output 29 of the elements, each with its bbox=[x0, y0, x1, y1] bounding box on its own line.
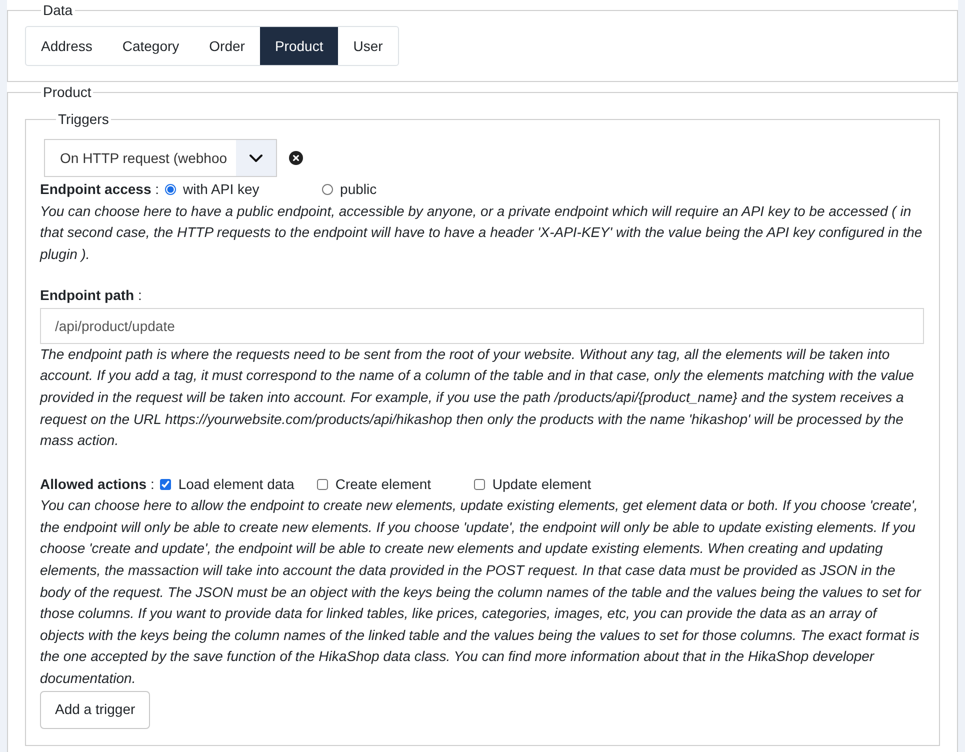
help-text: You can choose here to have a public endpoint, accessible by anyone, or a private endpoint which will require an API key to be accessed ( in that second case, the HTTP requests to the endpoint will have to have a header 'X-API-KEY' with the value being the API key configured in the plugin ). bbox=[40, 202, 924, 264]
add-trigger-button[interactable]: Add a trigger bbox=[40, 690, 150, 729]
checkbox[interactable] bbox=[160, 479, 172, 490]
help-text: You can choose here to allow the endpoint to create new elements, update existing elements, get element data or both. If you choose 'create', the endpoint will only be able to create new elements. If you choose 'update', the endpoint will only be able to update existing elements. If you choose 'create and update', the endpoint will be able to create new elements and update existing elements. When creating and updating elements, the massaction will take into account the data provided in the POST request. In that case data must be provided as JSON in the body of the request. The JSON must be an object with the keys being the column names of the table and the values being the values to set for those columns. If you want to provide data for linked tables, like prices, categories, images, etc, you can provide the data as an array of objects with the keys being the column names of the linked table and the values being the values to set for those columns. The exact format is the one accepted by the save function of the HikaShop data class. You can find more information about that in the HikaShop developer documentation. bbox=[40, 496, 922, 688]
radio-button[interactable] bbox=[165, 184, 176, 196]
radio-button[interactable] bbox=[322, 184, 334, 196]
checkbox-label[interactable]: Load element data bbox=[178, 474, 294, 496]
close-icon[interactable] bbox=[289, 151, 303, 165]
radio-label[interactable]: public bbox=[340, 179, 377, 200]
field-label: Endpoint access : bbox=[40, 180, 160, 199]
section-legend: Data bbox=[41, 3, 75, 17]
tab[interactable]: Category bbox=[107, 27, 194, 65]
chevron-down-icon[interactable] bbox=[236, 140, 276, 176]
text-input[interactable]: /api/product/update bbox=[40, 308, 924, 344]
tab[interactable]: Product bbox=[260, 27, 338, 65]
field-label: Endpoint path : bbox=[40, 286, 142, 306]
checkbox[interactable] bbox=[317, 479, 328, 490]
checkbox-label[interactable]: Create element bbox=[335, 474, 432, 496]
checkbox-label[interactable]: Update element bbox=[492, 474, 592, 496]
field-label: Allowed actions : bbox=[40, 474, 154, 494]
tab[interactable]: Order bbox=[194, 27, 260, 65]
tab[interactable]: User bbox=[338, 27, 398, 65]
trigger-select[interactable]: On HTTP request (webhoo bbox=[44, 139, 277, 177]
radio-label[interactable]: with API key bbox=[183, 179, 260, 200]
tab[interactable]: Address bbox=[26, 27, 108, 65]
section-legend: Product bbox=[41, 85, 94, 99]
help-text: The endpoint path is where the requests need to be sent from the root of your website. Without any tag, all the elements will be taken into account. If you add a tag, it must correspond to the name of a column of the table and in that case, only the elements matching with the value provided in the request will be taken into account. For example, if you use the path /products/api/{product_name} and the system receives a request on the URL https://yourwebsite.com/products/api/hikashop then only the products with the name 'hikashop' will be processed by the mass action. bbox=[40, 344, 915, 450]
checkbox[interactable] bbox=[474, 479, 486, 490]
section-legend: Triggers bbox=[56, 112, 111, 126]
